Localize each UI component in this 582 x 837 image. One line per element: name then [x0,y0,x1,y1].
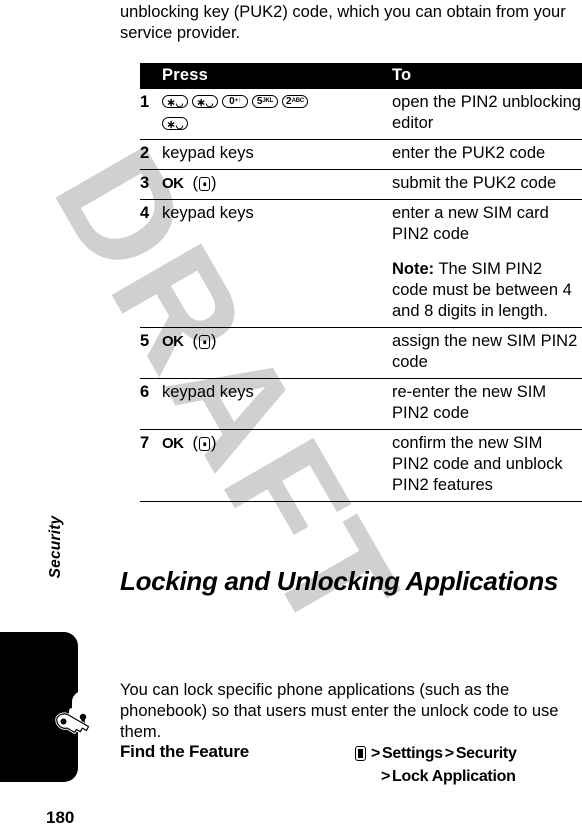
key-sequence-line-1: ∗◡ ∗◡ 0+↑ 5JKL 2ABC [162,92,392,111]
step-press: OK () [162,327,392,379]
step-number: 5 [140,327,162,379]
menu-path-line-1: > Settings > Security [355,742,517,765]
softkey-label: OK [162,333,184,350]
table-row: 1 ∗◡ ∗◡ 0+↑ 5JKL 2ABC ∗◡ open the PIN2 unblo… [140,89,582,140]
table-row: 3 OK () submit the PUK2 code [140,169,582,200]
menu-item-settings[interactable]: Settings [382,745,443,762]
center-select-key-icon[interactable] [199,437,210,451]
step-result: submit the PUK2 code [392,169,582,200]
center-select-key-group: () [187,434,217,452]
menu-path: > Settings > Security > Lock Application [355,742,517,788]
key-sequence-line-2: ∗◡ [162,114,392,133]
step-number: 2 [140,139,162,170]
step-press: OK () [162,429,392,502]
table-header-row: Press To [140,63,582,89]
header-to: To [392,63,582,89]
center-select-key-icon[interactable] [199,335,210,349]
center-select-key-group: () [187,174,217,192]
step-press: OK () [162,169,392,200]
table-row: 2 keypad keys enter the PUK2 code [140,139,582,170]
lock-and-key-icon [43,680,111,750]
menu-item-lock-application[interactable]: Lock Application [392,768,516,785]
note-label: Note: [392,260,435,278]
path-separator: > [381,768,391,785]
note-block: Note: The SIM PIN2 code must be between … [392,259,582,322]
step-press: keypad keys [162,378,392,430]
procedure-table: Press To 1 ∗◡ ∗◡ 0+↑ 5JKL 2ABC ∗◡ open the P… [140,63,582,502]
menu-path-line-2: > Lock Application [379,765,517,788]
path-separator: > [444,745,454,762]
header-press: Press [162,63,392,89]
step-number: 1 [140,89,162,140]
step-number: 4 [140,199,162,328]
step-number: 6 [140,378,162,430]
step-result: assign the new SIM PIN2 code [392,327,582,379]
chapter-label: Security [47,515,64,579]
step-press: keypad keys [162,139,392,170]
path-separator: > [371,745,381,762]
table-row: 7 OK () confirm the new SIM PIN2 code an… [140,429,582,502]
step-result: confirm the new SIM PIN2 code and unbloc… [392,429,582,502]
table-row: 5 OK () assign the new SIM PIN2 code [140,327,582,379]
step-press: ∗◡ ∗◡ 0+↑ 5JKL 2ABC ∗◡ [162,89,392,140]
step-result: enter a new SIM card PIN2 code Note: The… [392,199,582,328]
star-key[interactable]: ∗◡ [192,95,218,109]
menu-icon[interactable] [355,746,366,761]
step-number: 7 [140,429,162,502]
lock-and-key-svg [55,691,97,734]
zero-key[interactable]: 0+↑ [222,95,248,109]
center-select-key-group: () [187,332,217,350]
step-result: open the PIN2 unblocking editor [392,89,582,140]
five-key[interactable]: 5JKL [252,95,278,109]
step-result: enter the PUK2 code [392,139,582,170]
menu-item-security[interactable]: Security [456,745,517,762]
step-result: re-enter the new SIM PIN2 code [392,378,582,430]
manual-page: unblocking key (PUK2) code, which you ca… [0,0,582,837]
two-key[interactable]: 2ABC [282,95,308,109]
step-result-text: enter a new SIM card PIN2 code [392,204,549,243]
table-row: 6 keypad keys re-enter the new SIM PIN2 … [140,378,582,430]
section-paragraph: You can lock specific phone applications… [120,681,559,741]
step-press: keypad keys [162,199,392,328]
page-title: Locking and Unlocking Applications [120,566,559,596]
softkey-label: OK [162,435,184,452]
softkey-label: OK [162,175,184,192]
table-row: 4 keypad keys enter a new SIM card PIN2 … [140,199,582,328]
center-select-key-icon[interactable] [199,177,210,191]
page-number: 180 [46,808,75,827]
star-key[interactable]: ∗◡ [162,117,188,131]
header-number [140,63,162,89]
find-the-feature-label: Find the Feature [120,742,250,761]
step-number: 3 [140,169,162,200]
star-key[interactable]: ∗◡ [162,95,188,109]
intro-paragraph: unblocking key (PUK2) code, which you ca… [120,3,566,42]
